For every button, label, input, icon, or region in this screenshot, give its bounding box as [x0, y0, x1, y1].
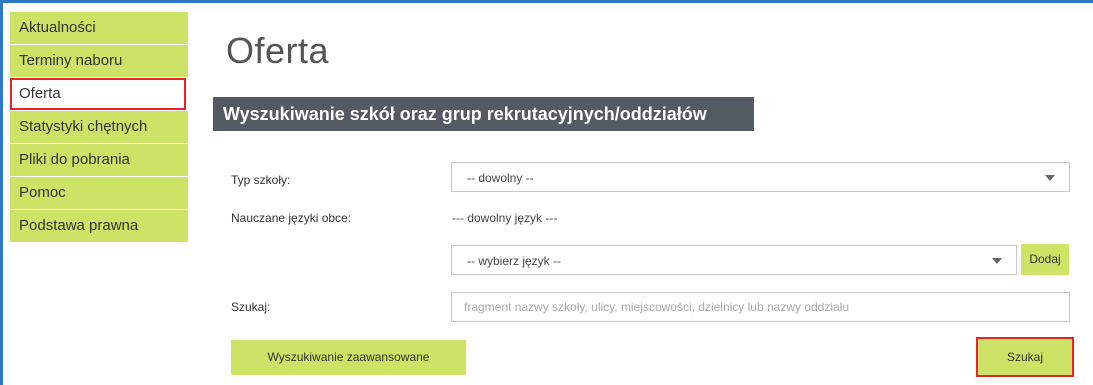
school-type-label: Typ szkoły:	[231, 173, 291, 187]
search-button[interactable]: Szukaj	[976, 337, 1074, 377]
add-language-button[interactable]: Dodaj	[1021, 244, 1069, 275]
sidebar-item-aktualnosci[interactable]: Aktualności	[10, 12, 188, 44]
search-input[interactable]	[451, 292, 1070, 322]
sidebar-item-terminy-naboru[interactable]: Terminy naboru	[10, 45, 188, 77]
page-title: Oferta	[226, 30, 330, 71]
languages-label: Nauczane języki obce:	[231, 211, 352, 225]
chevron-down-icon	[992, 258, 1002, 264]
sidebar-item-pliki-do-pobrania[interactable]: Pliki do pobrania	[10, 144, 188, 176]
sidebar-nav: Aktualności Terminy naboru Oferta Statys…	[10, 12, 188, 243]
sidebar-item-statystyki-chetnych[interactable]: Statystyki chętnych	[10, 111, 188, 143]
chevron-down-icon	[1045, 175, 1055, 181]
language-select[interactable]: -- wybierz język --	[451, 245, 1017, 275]
language-select-value: -- wybierz język --	[467, 254, 562, 268]
sidebar-item-pomoc[interactable]: Pomoc	[10, 177, 188, 209]
advanced-search-button[interactable]: Wyszukiwanie zaawansowane	[231, 340, 466, 375]
window-frame-top	[0, 0, 1093, 3]
search-label: Szukaj:	[231, 300, 271, 314]
sidebar-item-oferta[interactable]: Oferta	[10, 78, 186, 110]
school-type-value: -- dowolny --	[467, 171, 534, 185]
search-button-label: Szukaj	[1006, 350, 1044, 364]
languages-any-text: --- dowolny język ---	[452, 211, 558, 225]
school-type-select[interactable]: -- dowolny --	[451, 162, 1070, 192]
section-header: Wyszukiwanie szkół oraz grup rekrutacyjn…	[213, 97, 754, 131]
sidebar-item-podstawa-prawna[interactable]: Podstawa prawna	[10, 210, 188, 242]
window-frame-left	[0, 0, 3, 385]
